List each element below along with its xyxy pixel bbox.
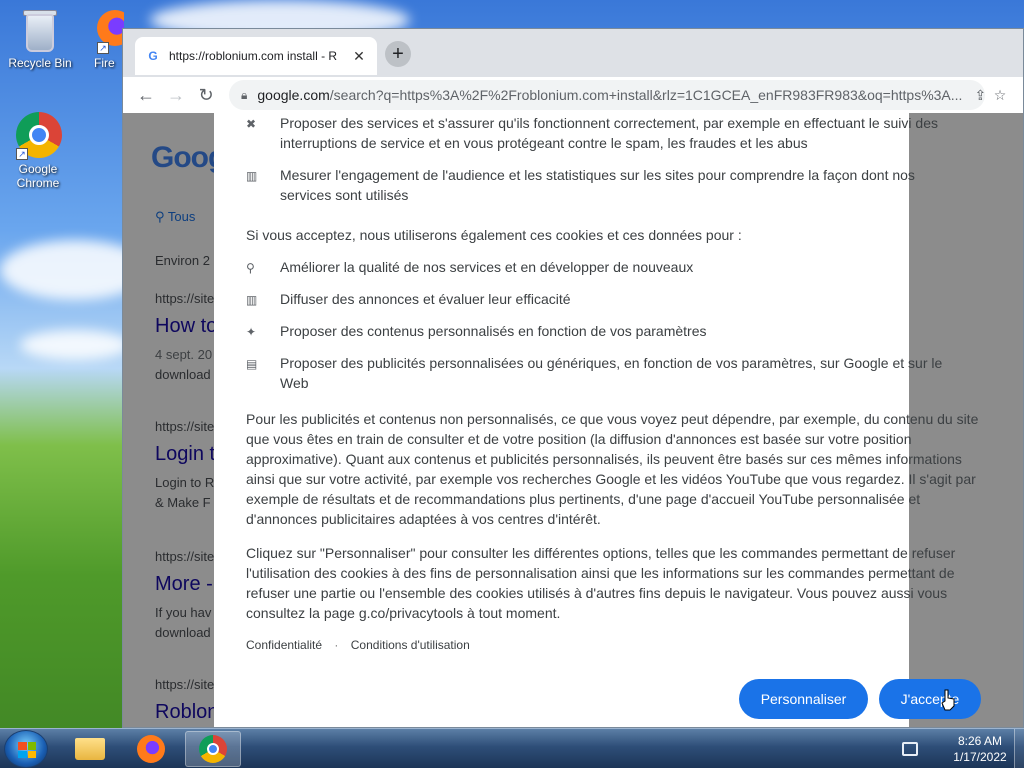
cloud bbox=[20, 330, 130, 360]
firefox-icon: ↗ bbox=[77, 6, 124, 54]
desktop-icon-recycle-bin[interactable]: Recycle Bin bbox=[2, 6, 78, 70]
if-accept-heading: Si vous acceptez, nous utiliserons égale… bbox=[246, 227, 742, 243]
desktop-icon-firefox[interactable]: ↗ Fire bbox=[74, 6, 124, 70]
terms-link[interactable]: Conditions d'utilisation bbox=[351, 638, 470, 652]
taskbar-explorer[interactable] bbox=[62, 731, 118, 767]
chart-icon: ▥ bbox=[246, 293, 258, 307]
windows-logo-icon bbox=[18, 742, 36, 758]
desktop-icon-label: Google Chrome bbox=[16, 162, 60, 190]
desktop-icon-label: Recycle Bin bbox=[8, 56, 72, 70]
customize-button[interactable]: Personnaliser bbox=[739, 679, 868, 719]
cookie-consent-dialog: ✖ Proposer des services et s'assurer qu'… bbox=[214, 113, 981, 727]
consent-paragraph: Cliquez sur "Personnaliser" pour consult… bbox=[246, 545, 956, 621]
system-tray: 8:26 AM 1/17/2022 bbox=[894, 729, 1024, 768]
address-bar[interactable]: 🔒︎ google.com /search?q=https%3A%2F%2Fro… bbox=[229, 80, 985, 110]
consent-item: ▥ Diffuser des annonces et évaluer leur … bbox=[246, 289, 961, 310]
tab-title: https://roblonium.com install - R bbox=[169, 49, 338, 63]
page-viewport: Goog ⚲ Tous Environ 2 https://site How t… bbox=[123, 113, 1023, 727]
tab-search[interactable]: G https://roblonium.com install - R ✕ bbox=[135, 37, 377, 75]
google-favicon-icon: G bbox=[148, 49, 158, 63]
firefox-icon bbox=[137, 735, 165, 763]
forward-icon[interactable]: → bbox=[161, 85, 191, 106]
accept-button[interactable]: J'accepte bbox=[879, 679, 981, 719]
folder-icon bbox=[75, 738, 105, 760]
privacy-link[interactable]: Confidentialité bbox=[246, 638, 322, 652]
consent-item: ▥ Mesurer l'engagement de l'audience et … bbox=[246, 165, 961, 205]
url-host: google.com bbox=[257, 87, 330, 103]
chrome-icon bbox=[199, 735, 227, 763]
url-path: /search?q=https%3A%2F%2Froblonium.com+in… bbox=[329, 87, 963, 103]
consent-paragraph: Pour les publicités et contenus non pers… bbox=[246, 411, 979, 527]
consent-item-text: Améliorer la qualité de nos services et … bbox=[280, 259, 694, 275]
network-icon[interactable] bbox=[902, 742, 918, 756]
consent-item-text: Proposer des services et s'assurer qu'il… bbox=[280, 115, 938, 151]
browser-window: G https://roblonium.com install - R ✕ + … bbox=[122, 28, 1024, 728]
close-tab-icon[interactable]: ✕ bbox=[351, 48, 367, 65]
search-icon: ⚲ bbox=[246, 261, 255, 275]
consent-item: ⚲ Améliorer la qualité de nos services e… bbox=[246, 257, 961, 278]
desktop-icon-google-chrome[interactable]: ↗ Google Chrome bbox=[0, 112, 76, 190]
consent-item-text: Proposer des contenus personnalisés en f… bbox=[280, 323, 707, 339]
show-desktop-button[interactable] bbox=[1014, 729, 1024, 768]
bookmark-star-icon[interactable]: ☆ bbox=[985, 87, 1015, 104]
sparkle-icon: ✦ bbox=[246, 325, 257, 339]
browser-toolbar: ← → ↻ 🔒︎ google.com /search?q=https%3A%2… bbox=[123, 77, 1023, 113]
reload-icon[interactable]: ↻ bbox=[191, 85, 221, 106]
consent-item-text: Mesurer l'engagement de l'audience et le… bbox=[280, 167, 915, 203]
tab-bar: G https://roblonium.com install - R ✕ + bbox=[123, 29, 1023, 77]
taskbar-firefox[interactable] bbox=[123, 731, 179, 767]
start-button[interactable] bbox=[4, 730, 48, 768]
consent-item: ✦ Proposer des contenus personnalisés en… bbox=[246, 321, 961, 342]
clock-time[interactable]: 8:26 AM bbox=[950, 734, 1010, 748]
recycle-bin-icon bbox=[18, 6, 62, 54]
desktop-icon-label: Fire bbox=[94, 56, 115, 70]
new-tab-button[interactable]: + bbox=[385, 41, 411, 67]
analytics-icon: ▥ bbox=[246, 169, 258, 183]
taskbar: 8:26 AM 1/17/2022 bbox=[0, 728, 1024, 768]
lock-icon: 🔒︎ bbox=[241, 87, 248, 102]
share-icon[interactable]: ⇪ bbox=[974, 87, 985, 104]
back-icon[interactable]: ← bbox=[131, 85, 161, 106]
consent-item: ✖ Proposer des services et s'assurer qu'… bbox=[246, 113, 961, 153]
tools-icon: ✖ bbox=[246, 117, 257, 131]
taskbar-chrome[interactable] bbox=[185, 731, 241, 767]
ad-icon: ▤ bbox=[246, 357, 258, 371]
chrome-icon: ↗ bbox=[16, 112, 62, 160]
link-separator: · bbox=[334, 638, 339, 652]
footer-links: Confidentialité · Conditions d'utilisati… bbox=[246, 638, 470, 652]
consent-item: ▤ Proposer des publicités personnalisées… bbox=[246, 353, 961, 393]
clock-date[interactable]: 1/17/2022 bbox=[946, 750, 1014, 764]
consent-item-text: Diffuser des annonces et évaluer leur ef… bbox=[280, 291, 571, 307]
consent-item-text: Proposer des publicités personnalisées o… bbox=[280, 355, 943, 391]
